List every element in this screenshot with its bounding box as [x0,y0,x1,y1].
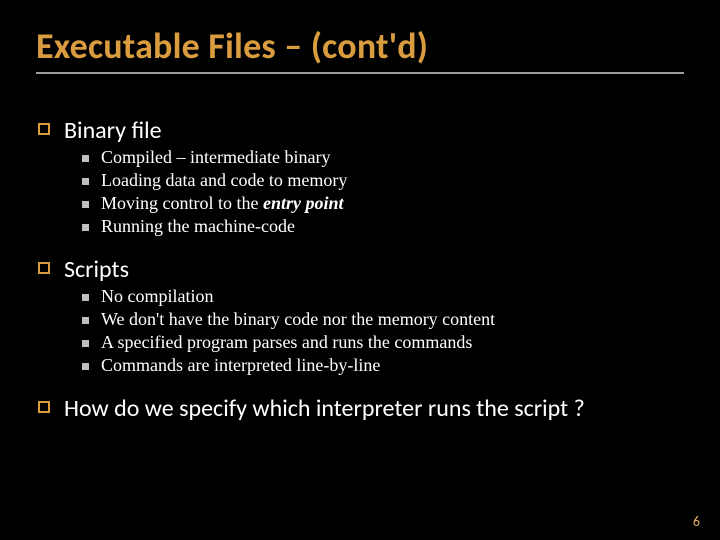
sub-list-item: A specified program parses and runs the … [82,332,680,353]
title-area: Executable Files – (cont'd) [36,24,684,74]
sub-list-item-label: We don't have the binary code nor the me… [101,309,495,330]
slide: Executable Files – (cont'd) Binary file … [0,0,720,540]
sub-list-item-label: Moving control to the entry point [101,193,344,214]
sub-list: Compiled – intermediate binary Loading d… [82,147,680,237]
sub-text-prefix: Moving control to the [101,193,263,213]
sub-list-item-label: No compilation [101,286,213,307]
square-sub-bullet-icon [82,178,89,185]
page-number: 6 [693,513,700,530]
sub-list-item: Compiled – intermediate binary [82,147,680,168]
sub-list: No compilation We don't have the binary … [82,286,680,376]
square-sub-bullet-icon [82,224,89,231]
list-item: Scripts [38,255,680,284]
square-sub-bullet-icon [82,340,89,347]
sub-list-item-label: Compiled – intermediate binary [101,147,330,168]
sub-text-emphasis: entry point [263,193,344,213]
square-sub-bullet-icon [82,317,89,324]
sub-list-item: Loading data and code to memory [82,170,680,191]
title-underline [36,72,684,74]
slide-title: Executable Files – (cont'd) [36,24,684,68]
list-item: Binary file [38,116,680,145]
sub-list-item: Commands are interpreted line-by-line [82,355,680,376]
sub-list-item-label: Running the machine-code [101,216,295,237]
content-area: Binary file Compiled – intermediate bina… [38,106,680,425]
list-item: How do we specify which interpreter runs… [38,394,680,423]
square-sub-bullet-icon [82,294,89,301]
list-item-label: How do we specify which interpreter runs… [64,394,585,423]
list-item-label: Scripts [64,255,129,284]
sub-list-item-label: Loading data and code to memory [101,170,347,191]
sub-list-item: No compilation [82,286,680,307]
square-bullet-icon [38,123,50,135]
square-sub-bullet-icon [82,201,89,208]
sub-list-item-label: A specified program parses and runs the … [101,332,472,353]
sub-list-item: We don't have the binary code nor the me… [82,309,680,330]
sub-list-item-label: Commands are interpreted line-by-line [101,355,380,376]
square-bullet-icon [38,262,50,274]
square-sub-bullet-icon [82,363,89,370]
square-sub-bullet-icon [82,155,89,162]
sub-list-item: Running the machine-code [82,216,680,237]
list-item-label: Binary file [64,116,162,145]
sub-list-item: Moving control to the entry point [82,193,680,214]
square-bullet-icon [38,401,50,413]
